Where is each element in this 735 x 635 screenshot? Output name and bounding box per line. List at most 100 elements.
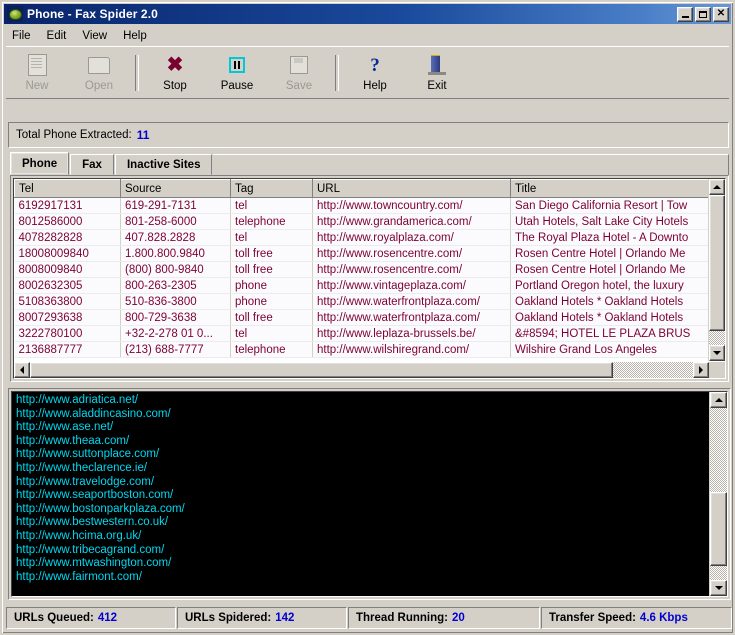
tab-fax-label: Fax — [82, 158, 102, 171]
status-transfer-speed-value: 4.6 Kbps — [639, 612, 688, 624]
chevron-right-icon — [699, 366, 703, 374]
list-item[interactable]: http://www.ase.net/ — [16, 421, 710, 435]
grid-horizontal-track[interactable] — [30, 362, 693, 378]
table-row[interactable]: 8007293638 800-729-3638 toll free http:/… — [14, 309, 709, 326]
list-item[interactable]: http://www.tribecagrand.com/ — [16, 544, 710, 558]
menu-item-edit[interactable]: Edit — [39, 28, 75, 44]
toolbar-new-button[interactable]: New — [6, 49, 68, 97]
tab-inactive-sites[interactable]: Inactive Sites — [114, 154, 213, 175]
grid-scroll-right-button[interactable] — [693, 362, 709, 378]
chevron-up-icon — [713, 185, 721, 189]
table-row[interactable]: 2136887777 (213) 688-7777 telephone http… — [14, 341, 709, 358]
toolbar-save-label: Save — [285, 80, 313, 92]
toolbar-exit-button[interactable]: Exit — [406, 49, 468, 97]
list-item[interactable]: http://www.theaa.com/ — [16, 435, 710, 449]
list-item[interactable]: http://www.theclarence.ie/ — [16, 462, 710, 476]
toolbar-pause-button[interactable]: Pause — [206, 49, 268, 97]
grid-scrollbar-corner — [709, 362, 725, 378]
total-extracted-bar: Total Phone Extracted: 11 — [8, 122, 729, 148]
cell-tel: 4078282828 — [14, 229, 121, 246]
cell-source: 800-729-3638 — [120, 309, 231, 326]
list-item[interactable]: http://www.aladdincasino.com/ — [16, 408, 710, 422]
grid-vertical-track[interactable] — [709, 195, 725, 345]
new-document-icon — [24, 53, 50, 77]
menu-item-view[interactable]: View — [74, 28, 115, 44]
status-thread-running-value: 20 — [452, 612, 465, 624]
status-urls-spidered: URLs Spidered: 142 — [177, 607, 347, 629]
grid-scroll-up-button[interactable] — [709, 179, 725, 195]
table-row[interactable]: 18008009840 1.800.800.9840 toll free htt… — [14, 245, 709, 262]
chevron-down-icon — [714, 586, 723, 590]
column-header-tag[interactable]: Tag — [230, 179, 313, 198]
list-item[interactable]: http://www.hcima.org.uk/ — [16, 530, 710, 544]
table-row[interactable]: 8002632305 800-263-2305 phone http://www… — [14, 277, 709, 294]
spider-icon — [7, 6, 23, 22]
status-urls-queued-label: URLs Queued: — [14, 612, 94, 624]
toolbar-save-button[interactable]: Save — [268, 49, 330, 97]
tab-fax[interactable]: Fax — [70, 154, 114, 175]
log-scroll-down-button[interactable] — [710, 580, 727, 596]
list-item[interactable]: http://www.bostonparkplaza.com/ — [16, 503, 710, 517]
toolbar-separator — [335, 54, 339, 91]
results-table-body: 6192917131 619-291-7131 tel http://www.t… — [14, 197, 709, 358]
table-row[interactable]: 4078282828 407.828.2828 tel http://www.r… — [14, 229, 709, 246]
grid-vertical-thumb[interactable] — [709, 195, 725, 331]
log-vertical-track[interactable] — [710, 408, 727, 580]
log-panel-frame: http://www.adriatica.net/ http://www.ala… — [8, 388, 731, 600]
cell-title: The Royal Plaza Hotel - A Downto — [510, 229, 709, 246]
grid-scroll-left-button[interactable] — [14, 362, 30, 378]
open-folder-icon — [86, 53, 112, 77]
table-row[interactable]: 8008009840 (800) 800-9840 toll free http… — [14, 261, 709, 278]
grid-scroll-down-button[interactable] — [709, 345, 725, 361]
cell-title: Portland Oregon hotel, the luxury — [510, 277, 709, 294]
list-item[interactable]: http://www.fairmont.com/ — [16, 571, 710, 585]
cell-title: &#8594; HOTEL LE PLAZA BRUS — [510, 325, 709, 342]
toolbar-help-button[interactable]: ? Help — [344, 49, 406, 97]
status-transfer-speed-label: Transfer Speed: — [549, 612, 636, 624]
table-row[interactable]: 6192917131 619-291-7131 tel http://www.t… — [14, 197, 709, 214]
cell-tag: tel — [230, 229, 313, 246]
table-row[interactable]: 3222780100 +32-2-278 01 0... tel http://… — [14, 325, 709, 342]
column-header-source[interactable]: Source — [120, 179, 231, 198]
log-vertical-scrollbar[interactable] — [709, 392, 727, 596]
list-item[interactable]: http://www.seaportboston.com/ — [16, 489, 710, 503]
cell-tel: 8012586000 — [14, 213, 121, 230]
list-item[interactable]: http://www.adriatica.net/ — [16, 394, 710, 408]
cell-url: http://www.wilshiregrand.com/ — [312, 341, 511, 358]
toolbar-stop-button[interactable]: ✖ Stop — [144, 49, 206, 97]
list-item[interactable]: http://www.suttonplace.com/ — [16, 448, 710, 462]
table-row[interactable]: 5108363800 510-836-3800 phone http://www… — [14, 293, 709, 310]
log-vertical-thumb[interactable] — [710, 492, 727, 566]
cell-tel: 3222780100 — [14, 325, 121, 342]
grid-horizontal-scrollbar[interactable] — [14, 362, 709, 378]
log-panel: http://www.adriatica.net/ http://www.ala… — [11, 391, 728, 597]
results-grid-frame: Tel Source Tag URL Title 6192917131 619-… — [10, 175, 729, 382]
cell-source: 619-291-7131 — [120, 197, 231, 214]
grid-horizontal-thumb[interactable] — [30, 362, 613, 378]
table-row[interactable]: 8012586000 801-258-6000 telephone http:/… — [14, 213, 709, 230]
status-urls-queued-value: 412 — [97, 612, 118, 624]
maximize-button[interactable] — [695, 6, 711, 22]
log-scroll-up-button[interactable] — [710, 392, 727, 408]
results-table: Tel Source Tag URL Title 6192917131 619-… — [14, 179, 709, 358]
grid-vertical-scrollbar[interactable] — [708, 179, 725, 361]
column-header-title[interactable]: Title — [510, 179, 709, 198]
cell-tag: toll free — [230, 261, 313, 278]
menu-item-file[interactable]: File — [4, 28, 39, 44]
cell-source: 801-258-6000 — [120, 213, 231, 230]
status-transfer-speed: Transfer Speed: 4.6 Kbps — [541, 607, 732, 629]
list-item[interactable]: http://www.travelodge.com/ — [16, 476, 710, 490]
menu-item-help[interactable]: Help — [115, 28, 155, 44]
cell-source: 510-836-3800 — [120, 293, 231, 310]
list-item[interactable]: http://www.mtwashington.com/ — [16, 557, 710, 571]
column-header-tel[interactable]: Tel — [14, 179, 121, 198]
cell-tag: telephone — [230, 213, 313, 230]
cell-title: San Diego California Resort | Tow — [510, 197, 709, 214]
column-header-url[interactable]: URL — [312, 179, 511, 198]
tab-phone[interactable]: Phone — [10, 152, 70, 175]
close-button[interactable]: ✕ — [713, 6, 729, 22]
list-item[interactable]: http://www.bestwestern.co.uk/ — [16, 516, 710, 530]
minimize-button[interactable] — [677, 6, 693, 22]
toolbar-open-button[interactable]: Open — [68, 49, 130, 97]
cell-tag: tel — [230, 325, 313, 342]
